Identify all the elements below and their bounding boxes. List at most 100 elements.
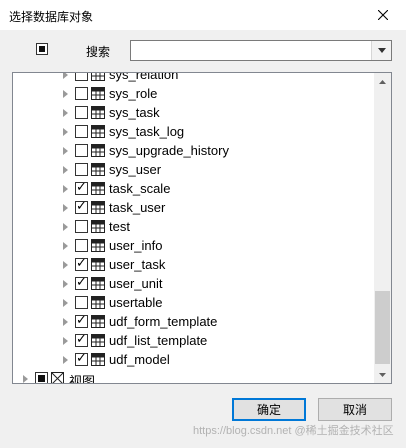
tree-row[interactable]: sys_role [13,84,375,103]
scroll-thumb[interactable] [375,291,390,364]
tree-checkbox[interactable] [75,106,88,119]
table-icon [91,87,105,100]
tree-checkbox[interactable] [35,372,48,383]
tree-item-label: usertable [109,295,163,310]
tree-item-label: sys_task [109,105,160,120]
tree-checkbox[interactable] [75,313,88,328]
title-bar: 选择数据库对象 [0,0,406,30]
expand-arrow-icon[interactable] [63,147,68,155]
tree-row[interactable]: usertable [13,293,375,312]
tree-checkbox[interactable] [75,275,88,290]
table-icon [91,201,105,214]
table-icon [91,144,105,157]
scroll-up-icon [379,79,386,84]
expand-arrow-icon[interactable] [63,318,68,326]
expand-arrow-icon[interactable] [63,223,68,231]
expand-arrow-icon[interactable] [63,299,68,307]
tree-checkbox[interactable] [75,256,88,271]
tree-row[interactable]: sys_relation [13,72,375,84]
tree-item-label: sys_role [109,86,158,101]
expand-arrow-icon[interactable] [63,337,68,345]
object-tree[interactable]: sys_relation sys_role sys_task sys_task_log… [12,72,392,384]
tree-row[interactable]: 视图 [13,369,375,384]
table-icon [91,182,105,195]
tree-row[interactable]: udf_model [13,350,375,369]
tree-item-label: sys_user [109,162,162,177]
table-icon [91,277,105,290]
tree-item-label: 视图 [69,374,96,384]
tree-item-label: udf_list_template [109,333,208,348]
tree-row[interactable]: sys_upgrade_history [13,141,375,160]
tree-checkbox[interactable] [75,332,88,347]
tree-checkbox[interactable] [75,180,88,195]
table-icon [91,106,105,119]
select-all-checkbox[interactable] [36,43,48,55]
tree-row[interactable]: test [13,217,375,236]
watermark: https://blog.csdn.net @稀土掘金技术社区 [193,425,394,437]
tree-checkbox[interactable] [75,351,88,366]
dropdown-button[interactable] [371,41,391,60]
table-icon [91,125,105,138]
tree-row[interactable]: user_info [13,236,375,255]
expand-arrow-icon[interactable] [63,109,68,117]
ok-button[interactable]: 确定 [232,398,306,421]
table-icon [91,353,105,366]
table-icon [91,334,105,347]
vertical-scrollbar[interactable] [374,73,391,383]
tree-item-label: user_info [109,238,163,253]
tree-row[interactable]: task_user [13,198,375,217]
tree-checkbox[interactable] [75,144,88,157]
tree-item-label: test [109,219,130,234]
close-icon [378,10,388,20]
tree-item-label: user_task [109,257,166,272]
search-input[interactable] [131,41,375,60]
table-icon [91,163,105,176]
tree-row[interactable]: user_task [13,255,375,274]
window-title: 选择数据库对象 [9,10,94,24]
expand-arrow-icon[interactable] [23,375,28,383]
expand-arrow-icon[interactable] [63,356,68,364]
chevron-down-icon [377,48,386,53]
expand-arrow-icon[interactable] [63,204,68,212]
expand-arrow-icon[interactable] [63,261,68,269]
expand-arrow-icon[interactable] [63,90,68,98]
table-icon [91,296,105,309]
tree-checkbox[interactable] [75,296,88,309]
tree-checkbox[interactable] [75,239,88,252]
tree-checkbox[interactable] [75,125,88,138]
expand-arrow-icon[interactable] [63,128,68,136]
tree-row[interactable]: udf_list_template [13,331,375,350]
tree-checkbox[interactable] [75,199,88,214]
tree-row[interactable]: task_scale [13,179,375,198]
tree-item-label: sys_relation [109,72,179,82]
view-icon [51,372,65,383]
tree-row[interactable]: udf_form_template [13,312,375,331]
table-icon [91,73,105,81]
expand-arrow-icon[interactable] [63,280,68,288]
close-button[interactable] [360,0,406,30]
tree-item-label: udf_model [109,352,170,367]
tree-checkbox[interactable] [75,163,88,176]
search-label: 搜索 [86,45,111,59]
expand-arrow-icon[interactable] [63,242,68,250]
cancel-button[interactable]: 取消 [318,398,392,421]
tree-item-label: sys_task_log [109,124,185,139]
tree-row[interactable]: sys_user [13,160,375,179]
table-icon [91,220,105,233]
tree-checkbox[interactable] [75,220,88,233]
tree-item-label: task_user [109,200,166,215]
scroll-down-button[interactable] [374,366,391,383]
search-combobox[interactable] [130,40,392,61]
expand-arrow-icon[interactable] [63,73,68,79]
tree-item-label: udf_form_template [109,314,218,329]
expand-arrow-icon[interactable] [63,185,68,193]
scroll-up-button[interactable] [374,73,391,90]
tree-list: sys_relation sys_role sys_task sys_task_log… [13,72,375,384]
tree-item-label: sys_upgrade_history [109,143,229,158]
tree-checkbox[interactable] [75,73,88,81]
tree-row[interactable]: sys_task [13,103,375,122]
expand-arrow-icon[interactable] [63,166,68,174]
tree-row[interactable]: user_unit [13,274,375,293]
tree-row[interactable]: sys_task_log [13,122,375,141]
tree-checkbox[interactable] [75,87,88,100]
